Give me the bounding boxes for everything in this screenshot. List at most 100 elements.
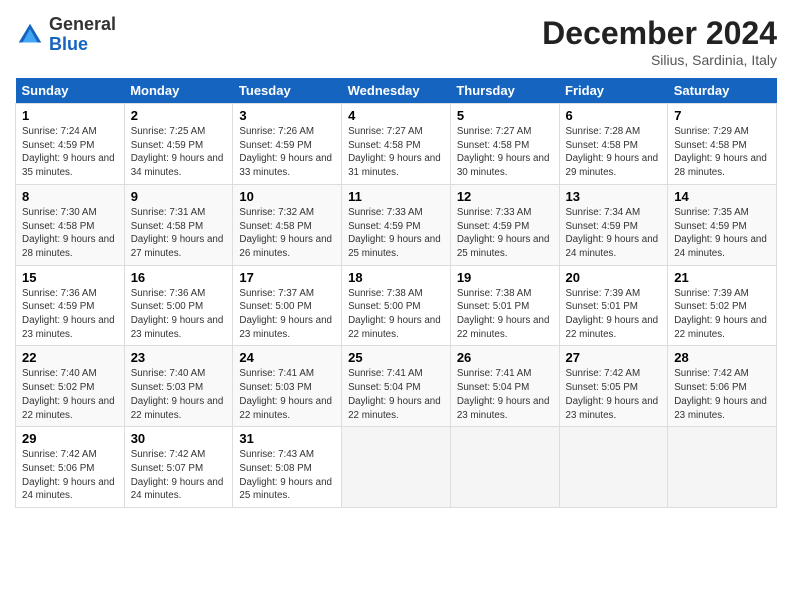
day-number: 28 [674,350,770,365]
day-number: 17 [239,270,335,285]
day-number: 24 [239,350,335,365]
calendar-cell: 16 Sunrise: 7:36 AM Sunset: 5:00 PM Dayl… [124,265,233,346]
cell-details: Sunrise: 7:42 AM Sunset: 5:05 PM Dayligh… [566,367,662,422]
calendar-cell: 9 Sunrise: 7:31 AM Sunset: 4:58 PM Dayli… [124,184,233,265]
calendar-cell: 15 Sunrise: 7:36 AM Sunset: 4:59 PM Dayl… [16,265,125,346]
day-number: 13 [566,189,662,204]
calendar-cell: 21 Sunrise: 7:39 AM Sunset: 5:02 PM Dayl… [668,265,777,346]
cell-details: Sunrise: 7:33 AM Sunset: 4:59 PM Dayligh… [348,206,444,261]
calendar-cell: 5 Sunrise: 7:27 AM Sunset: 4:58 PM Dayli… [450,104,559,185]
logo: General Blue [15,15,116,55]
cell-details: Sunrise: 7:42 AM Sunset: 5:06 PM Dayligh… [674,367,770,422]
day-number: 18 [348,270,444,285]
day-number: 14 [674,189,770,204]
calendar-cell [668,427,777,508]
calendar-cell: 4 Sunrise: 7:27 AM Sunset: 4:58 PM Dayli… [342,104,451,185]
day-number: 12 [457,189,553,204]
col-monday: Monday [124,78,233,104]
logo-icon [15,20,45,50]
calendar-cell: 31 Sunrise: 7:43 AM Sunset: 5:08 PM Dayl… [233,427,342,508]
day-number: 30 [131,431,227,446]
day-number: 1 [22,108,118,123]
calendar-cell [559,427,668,508]
calendar-cell [342,427,451,508]
calendar-cell: 8 Sunrise: 7:30 AM Sunset: 4:58 PM Dayli… [16,184,125,265]
col-wednesday: Wednesday [342,78,451,104]
col-sunday: Sunday [16,78,125,104]
calendar-cell: 13 Sunrise: 7:34 AM Sunset: 4:59 PM Dayl… [559,184,668,265]
cell-details: Sunrise: 7:36 AM Sunset: 5:00 PM Dayligh… [131,287,227,342]
day-number: 5 [457,108,553,123]
header-row: Sunday Monday Tuesday Wednesday Thursday… [16,78,777,104]
day-number: 26 [457,350,553,365]
day-number: 3 [239,108,335,123]
calendar-cell: 26 Sunrise: 7:41 AM Sunset: 5:04 PM Dayl… [450,346,559,427]
calendar-week-0: 1 Sunrise: 7:24 AM Sunset: 4:59 PM Dayli… [16,104,777,185]
calendar-cell: 1 Sunrise: 7:24 AM Sunset: 4:59 PM Dayli… [16,104,125,185]
calendar-cell: 30 Sunrise: 7:42 AM Sunset: 5:07 PM Dayl… [124,427,233,508]
cell-details: Sunrise: 7:36 AM Sunset: 4:59 PM Dayligh… [22,287,118,342]
logo-line2: Blue [49,35,116,55]
calendar-week-2: 15 Sunrise: 7:36 AM Sunset: 4:59 PM Dayl… [16,265,777,346]
cell-details: Sunrise: 7:41 AM Sunset: 5:04 PM Dayligh… [348,367,444,422]
day-number: 10 [239,189,335,204]
title-block: December 2024 Silius, Sardinia, Italy [542,15,777,68]
cell-details: Sunrise: 7:34 AM Sunset: 4:59 PM Dayligh… [566,206,662,261]
day-number: 20 [566,270,662,285]
cell-details: Sunrise: 7:32 AM Sunset: 4:58 PM Dayligh… [239,206,335,261]
day-number: 16 [131,270,227,285]
calendar-table: Sunday Monday Tuesday Wednesday Thursday… [15,78,777,508]
calendar-cell: 11 Sunrise: 7:33 AM Sunset: 4:59 PM Dayl… [342,184,451,265]
calendar-cell: 17 Sunrise: 7:37 AM Sunset: 5:00 PM Dayl… [233,265,342,346]
day-number: 4 [348,108,444,123]
day-number: 8 [22,189,118,204]
calendar-week-3: 22 Sunrise: 7:40 AM Sunset: 5:02 PM Dayl… [16,346,777,427]
cell-details: Sunrise: 7:41 AM Sunset: 5:04 PM Dayligh… [457,367,553,422]
col-thursday: Thursday [450,78,559,104]
day-number: 15 [22,270,118,285]
col-tuesday: Tuesday [233,78,342,104]
header: General Blue December 2024 Silius, Sardi… [15,15,777,68]
col-friday: Friday [559,78,668,104]
calendar-cell: 2 Sunrise: 7:25 AM Sunset: 4:59 PM Dayli… [124,104,233,185]
calendar-cell: 14 Sunrise: 7:35 AM Sunset: 4:59 PM Dayl… [668,184,777,265]
calendar-cell: 27 Sunrise: 7:42 AM Sunset: 5:05 PM Dayl… [559,346,668,427]
calendar-cell: 3 Sunrise: 7:26 AM Sunset: 4:59 PM Dayli… [233,104,342,185]
calendar-cell: 7 Sunrise: 7:29 AM Sunset: 4:58 PM Dayli… [668,104,777,185]
day-number: 31 [239,431,335,446]
cell-details: Sunrise: 7:42 AM Sunset: 5:06 PM Dayligh… [22,448,118,503]
calendar-cell [450,427,559,508]
month-title: December 2024 [542,15,777,52]
calendar-cell: 25 Sunrise: 7:41 AM Sunset: 5:04 PM Dayl… [342,346,451,427]
day-number: 25 [348,350,444,365]
day-number: 2 [131,108,227,123]
calendar-cell: 23 Sunrise: 7:40 AM Sunset: 5:03 PM Dayl… [124,346,233,427]
day-number: 19 [457,270,553,285]
cell-details: Sunrise: 7:38 AM Sunset: 5:00 PM Dayligh… [348,287,444,342]
cell-details: Sunrise: 7:41 AM Sunset: 5:03 PM Dayligh… [239,367,335,422]
calendar-cell: 20 Sunrise: 7:39 AM Sunset: 5:01 PM Dayl… [559,265,668,346]
cell-details: Sunrise: 7:31 AM Sunset: 4:58 PM Dayligh… [131,206,227,261]
calendar-cell: 18 Sunrise: 7:38 AM Sunset: 5:00 PM Dayl… [342,265,451,346]
cell-details: Sunrise: 7:40 AM Sunset: 5:03 PM Dayligh… [131,367,227,422]
day-number: 29 [22,431,118,446]
cell-details: Sunrise: 7:39 AM Sunset: 5:02 PM Dayligh… [674,287,770,342]
calendar-cell: 29 Sunrise: 7:42 AM Sunset: 5:06 PM Dayl… [16,427,125,508]
cell-details: Sunrise: 7:37 AM Sunset: 5:00 PM Dayligh… [239,287,335,342]
cell-details: Sunrise: 7:27 AM Sunset: 4:58 PM Dayligh… [457,125,553,180]
day-number: 27 [566,350,662,365]
calendar-week-4: 29 Sunrise: 7:42 AM Sunset: 5:06 PM Dayl… [16,427,777,508]
cell-details: Sunrise: 7:40 AM Sunset: 5:02 PM Dayligh… [22,367,118,422]
cell-details: Sunrise: 7:29 AM Sunset: 4:58 PM Dayligh… [674,125,770,180]
cell-details: Sunrise: 7:28 AM Sunset: 4:58 PM Dayligh… [566,125,662,180]
calendar-cell: 12 Sunrise: 7:33 AM Sunset: 4:59 PM Dayl… [450,184,559,265]
calendar-cell: 19 Sunrise: 7:38 AM Sunset: 5:01 PM Dayl… [450,265,559,346]
day-number: 7 [674,108,770,123]
calendar-cell: 22 Sunrise: 7:40 AM Sunset: 5:02 PM Dayl… [16,346,125,427]
calendar-cell: 10 Sunrise: 7:32 AM Sunset: 4:58 PM Dayl… [233,184,342,265]
day-number: 21 [674,270,770,285]
cell-details: Sunrise: 7:25 AM Sunset: 4:59 PM Dayligh… [131,125,227,180]
cell-details: Sunrise: 7:42 AM Sunset: 5:07 PM Dayligh… [131,448,227,503]
day-number: 23 [131,350,227,365]
calendar-body: 1 Sunrise: 7:24 AM Sunset: 4:59 PM Dayli… [16,104,777,508]
